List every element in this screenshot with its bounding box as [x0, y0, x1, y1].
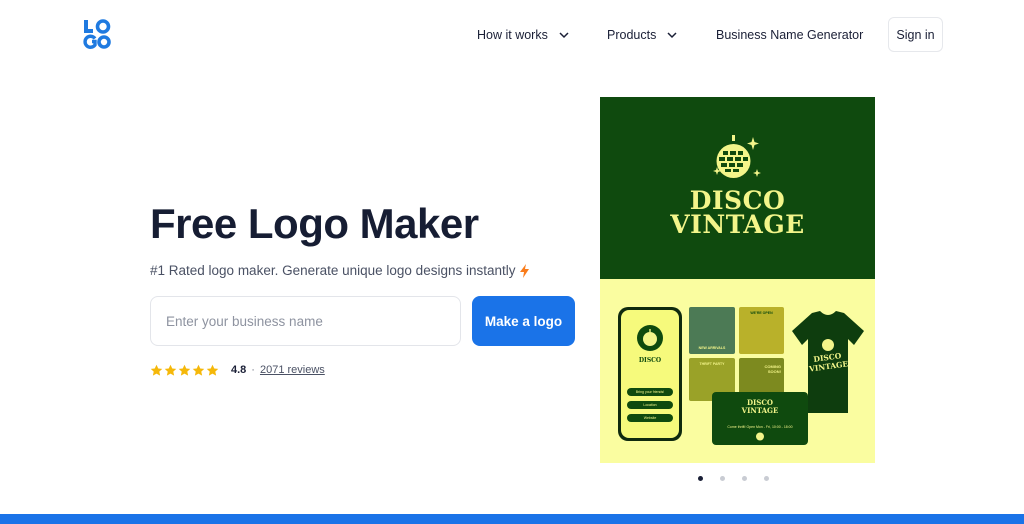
- carousel-dot-4[interactable]: [764, 476, 769, 481]
- lightning-icon: [519, 263, 529, 278]
- nav-products-label: Products: [607, 28, 657, 42]
- nav-business-name-generator-label: Business Name Generator: [716, 28, 864, 42]
- carousel-dot-3[interactable]: [742, 476, 747, 481]
- phone-link-button: Location: [627, 401, 673, 409]
- carousel-dot-2[interactable]: [720, 476, 725, 481]
- logo-icon: [83, 19, 111, 49]
- social-post-tile: WE'RE OPEN: [739, 307, 784, 354]
- rating-separator: ·: [251, 364, 255, 376]
- disco-ball-icon: [713, 135, 761, 178]
- site-logo[interactable]: [83, 19, 111, 49]
- rating-summary: 4.8 · 2071 reviews: [150, 362, 325, 378]
- hero-subtitle: #1 Rated logo maker. Generate unique log…: [150, 263, 529, 278]
- phone-screen: DISCO Bring your friends! Location Websi…: [621, 310, 679, 438]
- star-icon: [192, 364, 205, 376]
- nav-products[interactable]: Products: [607, 28, 678, 42]
- nav-how-it-works[interactable]: How it works: [477, 28, 570, 42]
- star-icon: [164, 364, 177, 376]
- business-name-input[interactable]: [150, 296, 461, 346]
- star-icon: [150, 364, 163, 376]
- tile-caption: WE'RE OPEN: [750, 311, 773, 315]
- sign-in-button[interactable]: Sign in: [888, 17, 943, 52]
- phone-link-button: Bring your friends!: [627, 388, 673, 396]
- phone-link-button: Website: [627, 414, 673, 422]
- star-rating: [150, 364, 219, 377]
- disco-ball-badge-icon: [637, 325, 663, 351]
- hero-subtitle-text: #1 Rated logo maker. Generate unique log…: [150, 263, 516, 278]
- tile-caption: COMING SOON!: [764, 364, 781, 374]
- showcase-brand-panel: DISCO VINTAGE: [600, 97, 875, 279]
- phone-brand-name: DISCO: [638, 357, 662, 364]
- disco-ball-small-icon: [756, 432, 764, 441]
- reviews-link[interactable]: 2071 reviews: [260, 364, 325, 376]
- phone-mockup: DISCO Bring your friends! Location Websi…: [618, 307, 682, 441]
- card-hours: Come thrift! Open Mon - Fri, 10:00 - 18:…: [727, 425, 793, 429]
- chevron-down-icon: [559, 32, 569, 39]
- bottom-section-edge: [0, 514, 1024, 524]
- nav-business-name-generator[interactable]: Business Name Generator: [716, 28, 863, 42]
- hero-showcase-image: DISCO VINTAGE DISCO Bring your friends! …: [600, 97, 875, 463]
- make-a-logo-button[interactable]: Make a logo: [472, 296, 575, 346]
- site-header: How it works Products Business Name Gene…: [0, 0, 1024, 68]
- chevron-down-icon: [667, 32, 677, 39]
- star-icon: [206, 364, 219, 376]
- tile-caption: THRIFT PARTY: [699, 362, 725, 366]
- brand-name-line2: VINTAGE: [670, 210, 805, 239]
- showcase-mockups-panel: DISCO Bring your friends! Location Websi…: [600, 279, 875, 463]
- carousel-dot-1[interactable]: [698, 476, 703, 481]
- social-post-tile: NEW ARRIVALS: [689, 307, 735, 354]
- rating-score: 4.8: [231, 364, 247, 376]
- star-icon: [178, 364, 191, 376]
- page-title: Free Logo Maker: [150, 200, 479, 247]
- tile-caption: NEW ARRIVALS: [698, 346, 726, 350]
- carousel-pagination: [698, 476, 769, 481]
- nav-how-it-works-label: How it works: [477, 28, 548, 42]
